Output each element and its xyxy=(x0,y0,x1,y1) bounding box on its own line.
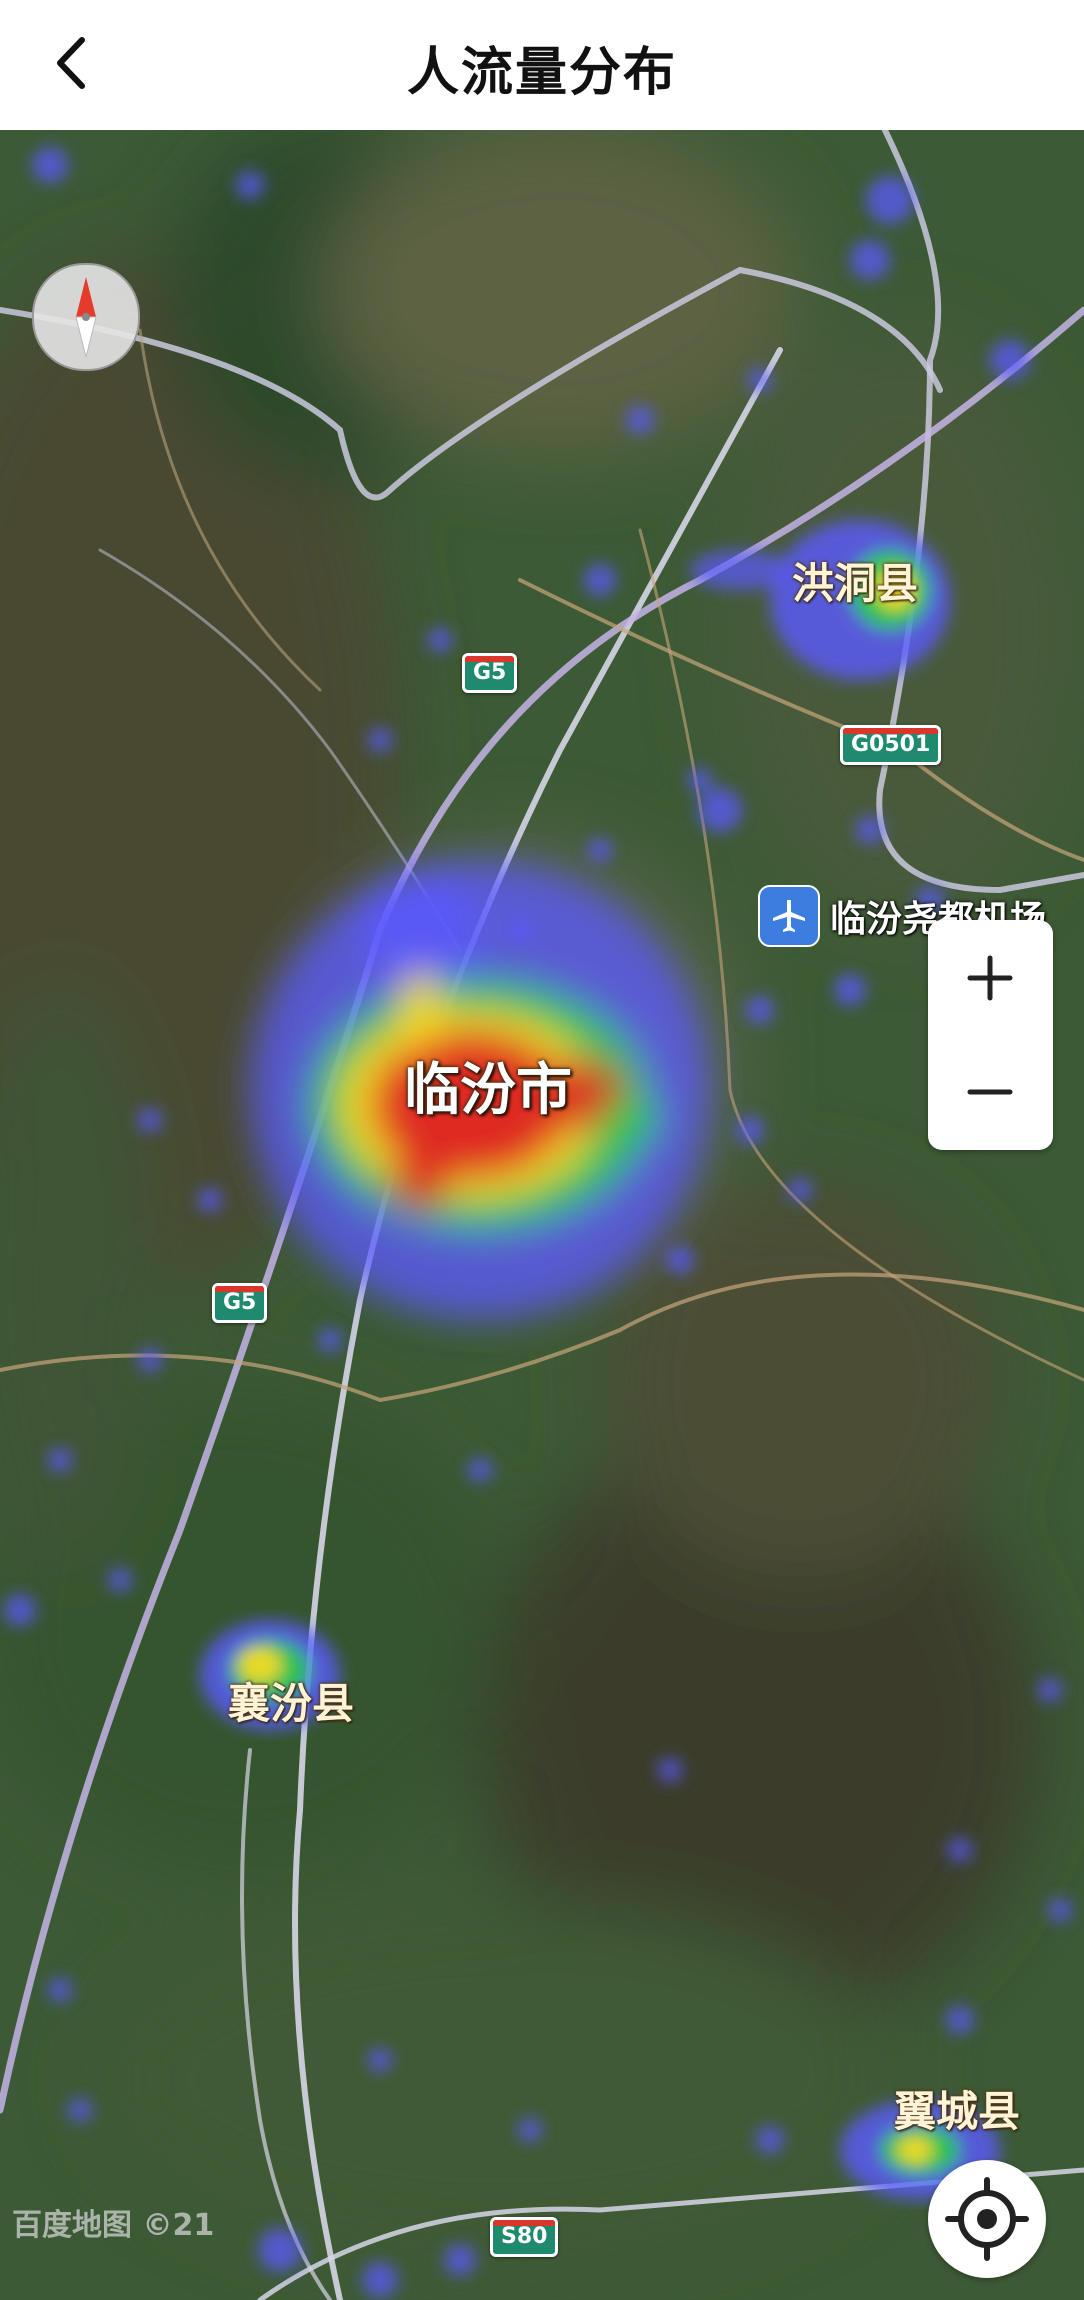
plus-icon xyxy=(967,955,1013,1001)
place-label-yicheng[interactable]: 翼城县 xyxy=(894,2078,1020,2139)
locate-button[interactable] xyxy=(928,2160,1046,2278)
zoom-control xyxy=(928,920,1053,1150)
top-bar: 人流量分布 xyxy=(0,0,1084,130)
map-watermark: 百度地图 ©21 xyxy=(12,2208,215,2243)
heatmap-map[interactable]: 洪洞县 临汾市 襄汾县 翼城县 G5 G0501 G5 S80 临汾尧都机场 百… xyxy=(0,130,1084,2300)
highway-shield-g0501: G0501 xyxy=(840,725,942,765)
place-label-hongtong[interactable]: 洪洞县 xyxy=(792,550,918,611)
minus-icon xyxy=(967,1089,1013,1095)
airplane-icon xyxy=(758,885,820,947)
highway-shield-g5: G5 xyxy=(462,653,518,693)
compass-button[interactable] xyxy=(32,263,140,371)
highway-shield-s80: S80 xyxy=(490,2217,559,2257)
place-label-xiangfen[interactable]: 襄汾县 xyxy=(228,1670,354,1731)
zoom-out-button[interactable] xyxy=(928,1035,1053,1150)
page-title: 人流量分布 xyxy=(406,43,677,103)
place-label-linfen[interactable]: 临汾市 xyxy=(404,1045,572,1126)
locate-icon xyxy=(945,2177,1029,2261)
satellite-map-layer xyxy=(0,130,1084,2300)
zoom-in-button[interactable] xyxy=(928,920,1053,1035)
highway-shield-g5-south: G5 xyxy=(212,1283,268,1323)
compass-icon xyxy=(75,277,97,358)
